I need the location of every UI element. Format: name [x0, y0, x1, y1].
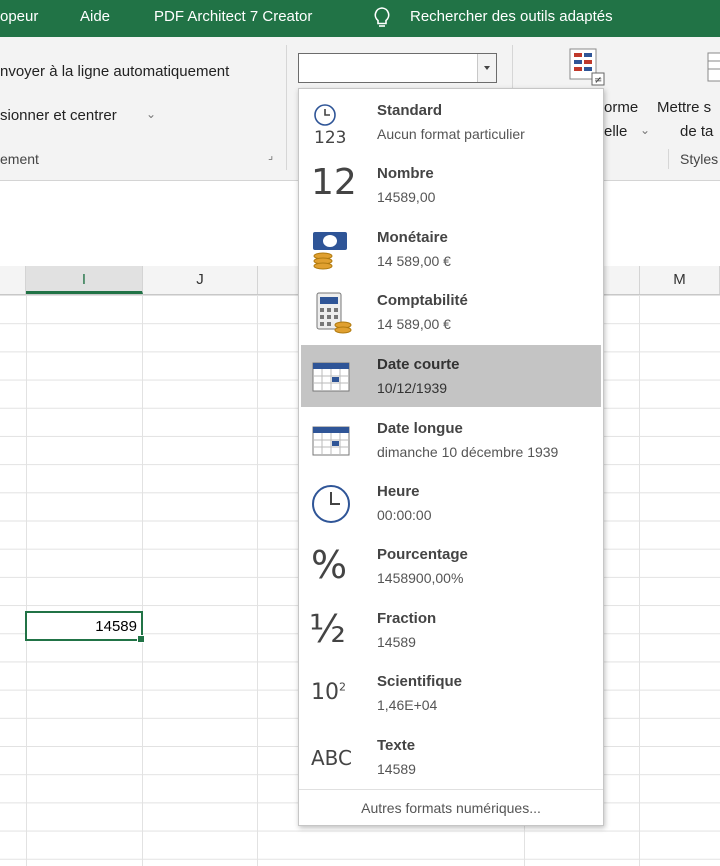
format-sample: 14589,00	[377, 189, 436, 205]
format-name: Texte	[377, 737, 416, 754]
format-as-table-label-1[interactable]: Mettre s	[657, 99, 711, 116]
format-name: Heure	[377, 483, 420, 500]
styles-group-label: Styles	[680, 151, 719, 167]
format-item-fraction[interactable]: ½ Fraction 14589	[301, 599, 601, 661]
number-format-dropdown: 123 Standard Aucun format particulier 12…	[298, 88, 604, 826]
column-header-j[interactable]: J	[143, 266, 258, 294]
conditional-formatting-label-1[interactable]: orme	[604, 99, 638, 116]
fraction-icon: ½	[309, 607, 346, 651]
column-header-blank[interactable]	[0, 266, 26, 294]
format-name: Date courte	[377, 356, 460, 373]
svg-text:123: 123	[314, 128, 346, 145]
fill-handle[interactable]	[137, 635, 145, 643]
tab-aide[interactable]: Aide	[80, 8, 110, 25]
format-name: Monétaire	[377, 229, 448, 246]
ribbon-tab-bar: opeur Aide PDF Architect 7 Creator Reche…	[0, 0, 720, 37]
format-item-heure[interactable]: Heure 00:00:00	[301, 472, 601, 534]
format-name: Fraction	[377, 610, 437, 627]
column-header-m[interactable]: M	[640, 266, 720, 294]
tab-developpeur[interactable]: opeur	[0, 8, 38, 25]
format-sample: 14 589,00 €	[377, 316, 451, 332]
format-as-table-icon[interactable]	[706, 51, 720, 85]
format-name: Nombre	[377, 165, 434, 182]
format-item-monetaire[interactable]: Monétaire 14 589,00 €	[301, 218, 601, 280]
format-name: Pourcentage	[377, 546, 468, 563]
clock-icon	[312, 485, 350, 523]
format-sample: 1,46E+04	[377, 697, 438, 713]
format-sample: 14589	[377, 761, 416, 777]
lightbulb-icon	[374, 7, 390, 27]
wrap-text-button[interactable]: nvoyer à la ligne automatiquement	[0, 63, 229, 80]
grid-column-line	[26, 295, 27, 866]
active-cell-value: 14589	[95, 618, 137, 635]
calendar-short-icon	[312, 362, 350, 392]
tell-me-search[interactable]: Rechercher des outils adaptés	[410, 8, 613, 25]
grid-column-line	[257, 295, 258, 866]
dialog-launcher-icon[interactable]: ⌟	[268, 149, 273, 162]
format-item-pourcentage[interactable]: % Pourcentage 1458900,00%	[301, 535, 601, 597]
format-sample: 10/12/1939	[377, 380, 448, 396]
active-cell-i[interactable]: 14589	[25, 611, 145, 643]
accounting-icon	[316, 292, 352, 334]
format-as-table-label-2[interactable]: de ta	[680, 123, 713, 140]
chevron-down-icon[interactable]: ⌄	[640, 123, 650, 137]
scientific-base: 10	[311, 680, 339, 705]
format-sample: Aucun format particulier	[377, 126, 525, 142]
format-item-date-courte[interactable]: Date courte 10/12/1939	[301, 345, 601, 407]
format-item-nombre[interactable]: 12 Nombre 14589,00	[301, 154, 601, 216]
number-format-combo[interactable]	[298, 53, 497, 83]
number-12-icon: 12	[311, 162, 357, 203]
percent-icon: %	[311, 543, 348, 587]
calendar-long-icon	[312, 426, 350, 456]
scientific-exponent: 2	[339, 680, 346, 694]
format-sample: 00:00:00	[377, 507, 432, 523]
format-name: Comptabilité	[377, 292, 468, 309]
format-item-texte[interactable]: ABC Texte 14589	[301, 726, 601, 788]
format-name: Standard	[377, 102, 443, 119]
alignment-group-label: ement	[0, 151, 39, 167]
group-separator	[286, 45, 287, 170]
currency-icon	[313, 232, 347, 270]
format-item-date-longue[interactable]: Date longue dimanche 10 décembre 1939	[301, 409, 601, 471]
format-name: Date longue	[377, 420, 463, 437]
format-name: Scientifique	[377, 673, 463, 690]
format-sample: 1458900,00%	[377, 570, 464, 586]
format-item-scientifique[interactable]: 102 Scientifique 1,46E+04	[301, 662, 601, 724]
chevron-down-icon[interactable]: ⌄	[146, 107, 156, 121]
svg-text:≠: ≠	[594, 75, 602, 86]
format-item-standard[interactable]: 123 Standard Aucun format particulier	[301, 91, 601, 153]
clock-123-icon: 123	[314, 104, 346, 145]
combo-dropdown-arrow[interactable]	[477, 54, 496, 82]
scientific-icon: 102	[311, 680, 346, 705]
format-sample: 14589	[377, 634, 416, 650]
more-number-formats-link[interactable]: Autres formats numériques...	[299, 789, 603, 826]
merge-center-button[interactable]: sionner et centrer	[0, 107, 117, 124]
conditional-formatting-icon[interactable]: ≠	[566, 47, 610, 87]
format-item-comptabilite[interactable]: Comptabilité 14 589,00 €	[301, 281, 601, 343]
tab-pdf-architect[interactable]: PDF Architect 7 Creator	[154, 8, 312, 25]
conditional-formatting-label-2[interactable]: elle	[604, 123, 627, 140]
grid-column-line	[639, 295, 640, 866]
text-abc-icon: ABC	[311, 746, 353, 770]
format-sample: 14 589,00 €	[377, 253, 451, 269]
column-header-i[interactable]: I	[26, 266, 143, 294]
format-sample: dimanche 10 décembre 1939	[377, 444, 559, 460]
grid-column-line	[142, 295, 143, 866]
group-separator	[668, 149, 669, 169]
